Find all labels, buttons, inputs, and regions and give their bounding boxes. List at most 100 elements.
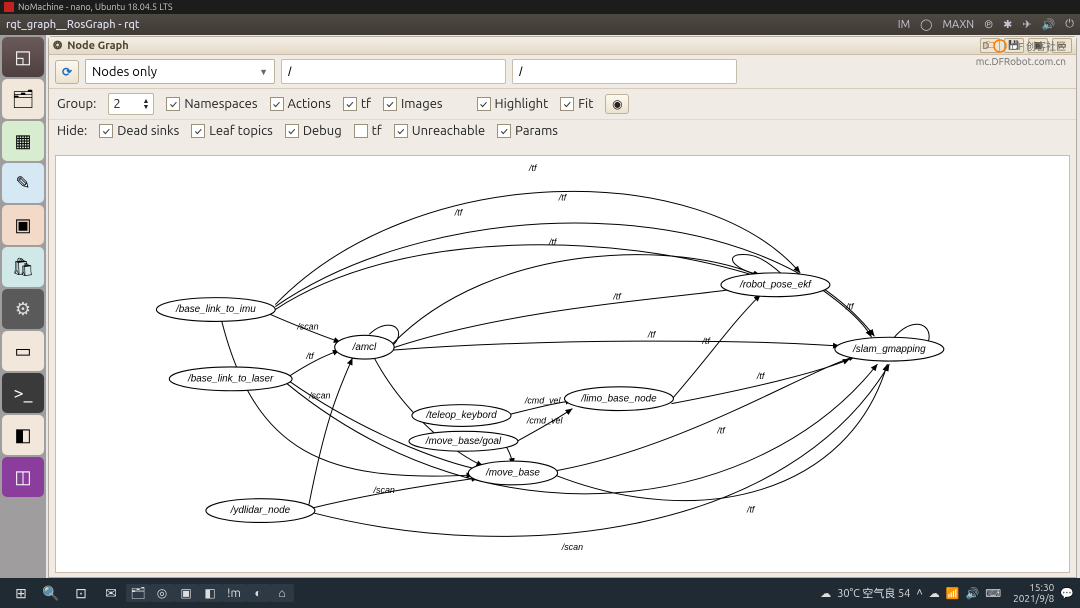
node-amcl[interactable]: /amcl	[335, 335, 394, 359]
reload-button[interactable]: ⟳	[55, 60, 79, 84]
taskbar-clock[interactable]: 15:30 2021/9/8	[1013, 582, 1054, 604]
group-label: Group:	[57, 97, 96, 111]
tray-chevron-up-icon[interactable]: ˄	[916, 587, 922, 599]
check-unreachable[interactable]: Unreachable	[394, 124, 485, 138]
tray-power-icon[interactable]: ⏻	[1065, 18, 1074, 31]
tray-vol-icon[interactable]: 🔊	[966, 587, 980, 600]
mode-dropdown[interactable]: Nodes only ▼	[85, 59, 275, 84]
taskbar-app2-icon[interactable]: ⌂	[270, 584, 294, 602]
tray-circle[interactable]: ◯	[920, 18, 932, 31]
node-move-base[interactable]: /move_base	[468, 461, 557, 485]
tray-wifi-icon[interactable]: 📶	[946, 587, 960, 600]
search-icon[interactable]: 🔍	[36, 580, 66, 606]
start-button[interactable]: ⊞	[6, 580, 36, 606]
check-fit[interactable]: Fit	[560, 97, 593, 111]
window-title: rqt_graph__RosGraph - rqt	[6, 19, 139, 31]
launcher-writer-icon[interactable]: ✎	[2, 163, 44, 203]
rqt-title: Node Graph	[67, 40, 128, 52]
check-namespaces[interactable]: Namespaces	[166, 97, 257, 111]
filter-input-1[interactable]	[281, 59, 506, 84]
filter-input-2[interactable]	[512, 59, 737, 84]
hide-row: Hide: Dead sinks Leaf topics Debug tf Un…	[49, 120, 1076, 142]
svg-text:/tf: /tf	[612, 292, 622, 302]
check-dead-sinks[interactable]: Dead sinks	[99, 124, 179, 138]
node-base-link-to-laser[interactable]: /base_link_to_laser	[169, 367, 292, 391]
check-actions[interactable]: Actions	[270, 97, 331, 111]
check-tf[interactable]: tf	[343, 97, 371, 111]
tray-bluetooth-icon[interactable]: ✱	[1003, 18, 1012, 31]
node-teleop-keybord[interactable]: /teleop_keybord	[412, 405, 511, 427]
notifications-icon[interactable]: 💬	[1060, 587, 1074, 600]
svg-text:/tf: /tf	[756, 371, 766, 381]
svg-text:/scan: /scan	[296, 321, 318, 331]
taskbar-nomachine-icon[interactable]: !m	[222, 584, 246, 602]
launcher-impress-icon[interactable]: ▣	[2, 205, 44, 245]
graph-svg: /tf /tf /tf /tf /tf /tf /tf /tf /tf /tf …	[56, 156, 1069, 572]
weather-text[interactable]: 30°C 空气良 54	[837, 585, 910, 601]
tray-powermode[interactable]: MAXN	[942, 19, 974, 31]
tray-ime-icon[interactable]: ⌨	[985, 587, 1001, 600]
tray-cloud-icon[interactable]: ☁	[929, 587, 940, 600]
svg-text:/tf: /tf	[558, 193, 568, 203]
launcher-terminal-icon[interactable]: >_	[2, 373, 44, 413]
svg-text:/amcl: /amcl	[352, 342, 377, 353]
svg-text:/tf: /tf	[454, 207, 464, 217]
watermark-line2: mc.DFRobot.com.cn	[976, 56, 1066, 67]
unity-launcher: ◱ 🗂 ▦ ✎ ▣ 🛍 ⚙ ▭ >_ ◧ ◫	[0, 35, 46, 578]
node-ydlidar-node[interactable]: /ydlidar_node	[206, 499, 315, 523]
node-slam-gmapping[interactable]: /slam_gmapping	[835, 337, 944, 361]
taskbar-edge-icon[interactable]: ◐	[246, 584, 270, 602]
hide-label: Hide:	[57, 124, 87, 138]
tray-p-icon[interactable]: ℗	[984, 19, 993, 31]
launcher-settings-icon[interactable]: ⚙	[2, 289, 44, 329]
node-base-link-to-imu[interactable]: /base_link_to_imu	[156, 298, 275, 322]
node-robot-pose-ekf[interactable]: /robot_pose_ekf	[721, 273, 830, 297]
svg-text:/tf: /tf	[647, 329, 657, 339]
watermark-line1: D DF 创客社区	[982, 38, 1066, 53]
svg-text:/ydlidar_node: /ydlidar_node	[230, 505, 291, 516]
node-move-base-goal[interactable]: /move_base/goal	[409, 431, 518, 451]
launcher-app-icon[interactable]: ◧	[2, 415, 44, 455]
node-limo-base-node[interactable]: /limo_base_node	[564, 387, 673, 411]
taskbar-chrome-icon[interactable]: ◎	[150, 584, 174, 602]
stepper-icon: ▲▼	[142, 98, 149, 110]
ubuntu-menubar: rqt_graph__RosGraph - rqt IM ◯ MAXN ℗ ✱ …	[0, 14, 1080, 35]
system-tray: ☁ 30°C 空气良 54 ˄ ☁ 📶 🔊 ⌨ 15:30 2021/9/8 💬	[820, 582, 1074, 604]
launcher-software-icon[interactable]: 🛍	[2, 247, 44, 287]
svg-text:/scan: /scan	[561, 542, 583, 552]
mode-value: Nodes only	[92, 65, 157, 79]
svg-text:/tf: /tf	[716, 425, 726, 435]
bug-icon: ❂	[53, 39, 62, 52]
check-leaf-topics[interactable]: Leaf topics	[191, 124, 273, 138]
camera-button[interactable]: ◉	[605, 94, 629, 114]
taskbar-app1-icon[interactable]: ◧	[198, 584, 222, 602]
group-row: Group: 2 ▲▼ Namespaces Actions tf Images…	[49, 89, 1076, 120]
tray-im[interactable]: IM	[898, 19, 910, 31]
check-images[interactable]: Images	[383, 97, 443, 111]
tray-network-icon[interactable]: ✈	[1022, 18, 1031, 31]
svg-text:/base_link_to_imu: /base_link_to_imu	[175, 304, 256, 315]
svg-text:/cmd_vel: /cmd_vel	[524, 396, 562, 406]
launcher-disk-icon[interactable]: ▭	[2, 331, 44, 371]
group-value: 2	[113, 97, 120, 111]
launcher-files-icon[interactable]: 🗂	[2, 79, 44, 119]
launcher-dash-icon[interactable]: ◱	[2, 37, 44, 77]
check-hide-tf[interactable]: tf	[354, 124, 382, 138]
taskbar-ppt-icon[interactable]: ▣	[174, 584, 198, 602]
svg-text:/tf: /tf	[845, 302, 855, 312]
check-highlight[interactable]: Highlight	[477, 97, 549, 111]
taskview-icon[interactable]: ⊡	[66, 580, 96, 606]
check-params[interactable]: Params	[497, 124, 558, 138]
tray-volume-icon[interactable]: 🔊	[1042, 18, 1056, 31]
group-spinbox[interactable]: 2 ▲▼	[108, 93, 154, 115]
weather-icon[interactable]: ☁	[820, 587, 831, 600]
svg-text:/tf: /tf	[746, 505, 756, 515]
mail-icon[interactable]: ✉	[96, 580, 126, 606]
launcher-calc-icon[interactable]: ▦	[2, 121, 44, 161]
toolbar-row: ⟳ Nodes only ▼	[49, 55, 1076, 89]
check-debug[interactable]: Debug	[285, 124, 342, 138]
launcher-rqt-icon[interactable]: ◫	[2, 457, 44, 497]
chevron-down-icon: ▼	[259, 67, 268, 77]
taskbar-explorer-icon[interactable]: 🗂	[126, 584, 150, 602]
graph-canvas[interactable]: /tf /tf /tf /tf /tf /tf /tf /tf /tf /tf …	[55, 155, 1070, 573]
